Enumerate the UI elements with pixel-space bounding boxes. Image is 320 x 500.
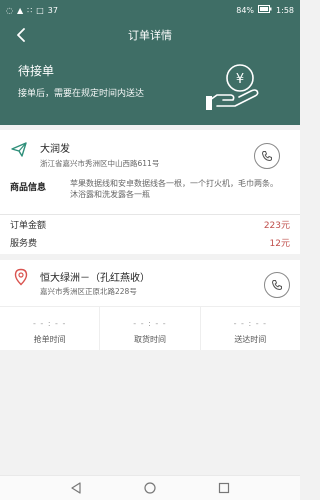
circle-home-icon (144, 482, 156, 494)
status-icons-right: 84% 1:58 (236, 5, 294, 15)
battery-icon (258, 5, 272, 15)
nav-back-button[interactable] (69, 481, 83, 495)
battery-percent: 84% (236, 5, 255, 15)
triangle-back-icon (71, 482, 81, 494)
send-icon (11, 142, 27, 157)
status-icon: ◌ (6, 5, 13, 15)
service-fee-value: 12元 (269, 239, 290, 249)
divider (0, 214, 300, 215)
grab-time-label: 抢单时间 (33, 335, 66, 344)
status-bar: ◌ ▲ ∷ □ 37 84% 1:58 (0, 0, 300, 20)
pickup-card: 大润发 浙江省嘉兴市秀洲区中山西路611号 商品信息 苹果数据线和安卓数据线各一… (0, 130, 300, 254)
service-fee-label: 服务费 (10, 239, 38, 249)
order-status-note: 接单后，需要在规定时间内送达 (18, 89, 145, 99)
pickup-address-row: 大润发 浙江省嘉兴市秀洲区中山西路611号 (10, 138, 290, 178)
phone-icon (271, 280, 282, 291)
delivery-address: 嘉兴市秀洲区正原北路228号 (40, 287, 137, 296)
status-icons-left: ◌ ▲ ∷ □ 37 (6, 6, 58, 15)
system-nav-bar (0, 475, 300, 500)
grab-time: - - : - - 抢单时间 (0, 306, 101, 350)
app-header: 订单详情 (0, 20, 300, 50)
pickup-time: - - : - - 取货时间 (100, 306, 201, 350)
delivery-time-label: 送达时间 (234, 335, 267, 344)
goods-description: 苹果数据线和安卓数据线各一根，一个打火机，毛巾两条。沐浴露和洗发露各一瓶 (70, 179, 278, 199)
goods-label: 商品信息 (10, 183, 47, 193)
service-fee-row: 服务费 12元 (10, 236, 290, 252)
order-amount-label: 订单金额 (10, 221, 47, 231)
status-text: 37 (47, 5, 58, 15)
order-status: 待接单 (18, 64, 55, 78)
phone-icon (261, 151, 272, 162)
order-status-banner: 待接单 接单后，需要在规定时间内送达 ¥ (0, 50, 300, 125)
call-pickup-button[interactable] (254, 143, 280, 169)
order-amount-row: 订单金额 223元 (10, 218, 290, 234)
square-recents-icon (218, 482, 230, 494)
pickup-store-name: 大润发 (40, 144, 70, 155)
status-icon: ∷ (27, 5, 33, 15)
order-timeline: - - : - - 抢单时间 - - : - - 取货时间 - - : - - … (0, 306, 300, 350)
svg-text:¥: ¥ (236, 72, 244, 87)
location-pin-icon (14, 268, 28, 286)
clock: 1:58 (276, 5, 294, 15)
delivery-recipient: 恒大绿洲－（孔红燕收） (40, 273, 150, 284)
pickup-time-value: - - : - - (133, 319, 167, 328)
delivery-time-value: - - : - - (233, 319, 268, 328)
delivery-time: - - : - - 送达时间 (200, 306, 300, 350)
nav-recents-button[interactable] (217, 481, 231, 495)
nav-home-button[interactable] (143, 481, 157, 495)
delivery-card: 恒大绿洲－（孔红燕收） 嘉兴市秀洲区正原北路228号 - - : - - 抢单时… (0, 260, 300, 350)
order-amount-value: 223元 (263, 221, 290, 231)
pickup-address: 浙江省嘉兴市秀洲区中山西路611号 (40, 159, 160, 168)
money-hand-icon: ¥ (206, 64, 259, 110)
goods-info: 商品信息 苹果数据线和安卓数据线各一根，一个打火机，毛巾两条。沐浴露和洗发露各一… (10, 178, 290, 214)
page-title: 订单详情 (128, 29, 172, 42)
status-icon: □ (36, 5, 44, 15)
status-icon: ▲ (16, 5, 24, 15)
pickup-time-label: 取货时间 (133, 335, 166, 344)
grab-time-value: - - : - - (32, 319, 67, 328)
back-button[interactable] (12, 26, 30, 44)
chevron-left-icon (17, 28, 25, 42)
call-recipient-button[interactable] (264, 272, 290, 298)
